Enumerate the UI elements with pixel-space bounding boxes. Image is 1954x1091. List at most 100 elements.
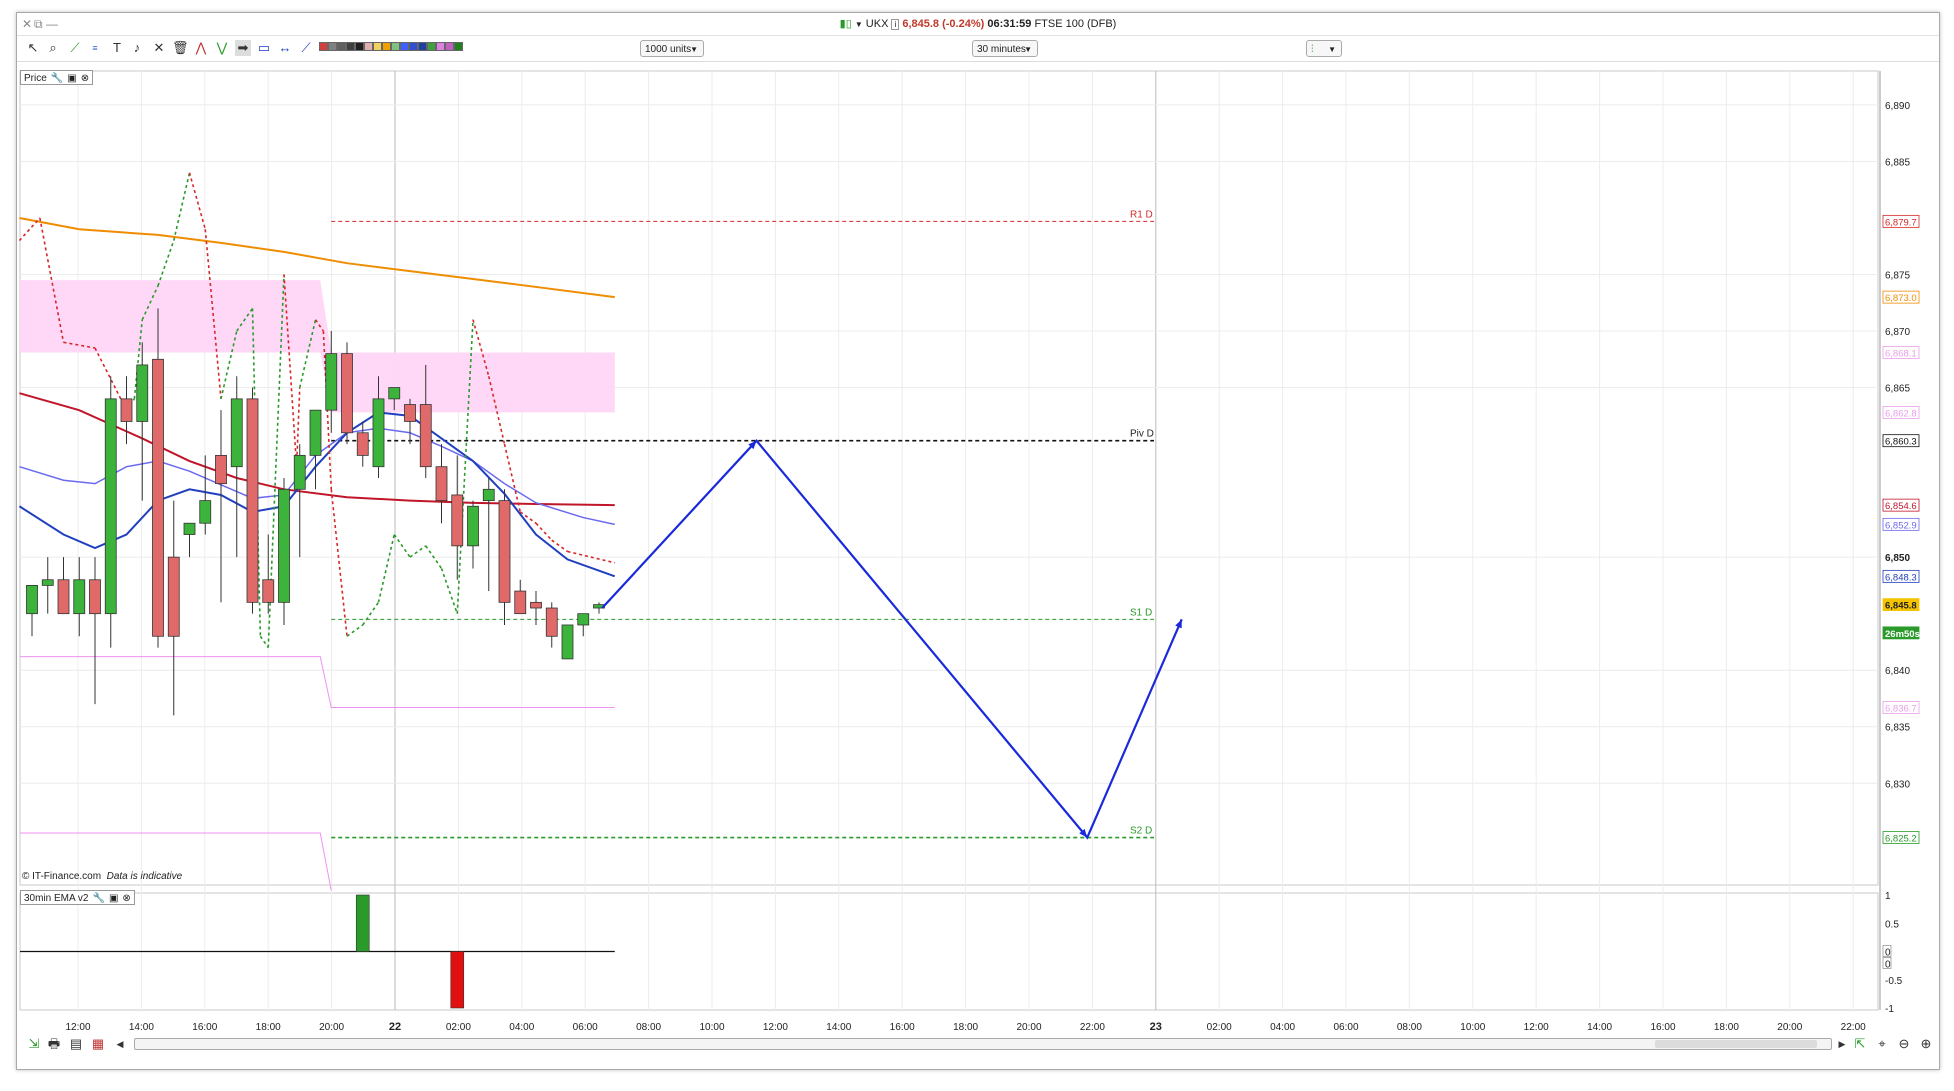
indicator-y-tick: -1 <box>1885 1004 1894 1015</box>
wrench-icon[interactable]: 🔧 <box>51 71 63 86</box>
price-panel-label[interactable]: Price 🔧 ▣ ⊗ <box>20 70 94 86</box>
x-tick-label: 20:00 <box>319 1022 344 1033</box>
candle-body <box>230 398 243 468</box>
pivot-label: R1 D <box>1130 209 1153 220</box>
candle-body <box>435 466 448 502</box>
window-icon[interactable]: ▣ <box>67 71 76 86</box>
x-tick-label: 16:00 <box>890 1022 915 1033</box>
indicator-y-tick: 0 <box>1885 960 1891 971</box>
zoom-in-icon[interactable]: ⊕ <box>1918 1036 1934 1052</box>
candle-body <box>561 624 574 660</box>
x-tick-label: 06:00 <box>1333 1022 1358 1033</box>
y-tick-label: 6,885 <box>1885 157 1910 168</box>
x-tick-label: 12:00 <box>1524 1022 1549 1033</box>
indicator-panel-label[interactable]: 30min EMA v2 🔧 ▣ ⊗ <box>20 890 135 905</box>
candle-body <box>215 454 227 485</box>
candle-body <box>325 353 338 411</box>
x-tick-label: 08:00 <box>1397 1022 1422 1033</box>
price-label-text: 6,836.7 <box>1885 704 1917 715</box>
x-tick-label: 16:00 <box>1650 1022 1675 1033</box>
candle-body <box>262 579 275 603</box>
candle-body <box>246 398 259 603</box>
y-tick-label: 6,850 <box>1885 553 1910 564</box>
x-tick-label: 16:00 <box>192 1022 217 1033</box>
candle-body <box>293 454 306 490</box>
candle-body <box>183 522 196 535</box>
price-label-text: 6,848.3 <box>1885 572 1917 583</box>
x-tick-label: 02:00 <box>446 1022 471 1033</box>
candle-body <box>167 556 180 637</box>
price-label-text: 6,825.2 <box>1885 834 1917 845</box>
candle-body <box>73 579 86 615</box>
indicator-panel-title: 30min EMA v2 <box>24 893 89 904</box>
candle-body <box>278 488 290 603</box>
close-icon[interactable]: ⊗ <box>122 891 130 906</box>
price-label-text: 6,845.8 <box>1885 601 1917 612</box>
x-tick-label: 10:00 <box>1460 1022 1485 1033</box>
window-icon[interactable]: ▣ <box>109 891 118 906</box>
price-label-text: 6,852.9 <box>1885 520 1917 531</box>
candle-body <box>419 404 432 468</box>
candle-body <box>388 387 401 400</box>
pivot-label: Piv D <box>1130 429 1154 440</box>
properties-icon[interactable]: ▤ <box>68 1036 84 1052</box>
auto-scroll-icon[interactable]: ⇲ <box>26 1036 42 1052</box>
y-tick-label: 6,865 <box>1885 384 1910 395</box>
candle-body <box>41 579 54 586</box>
signal-bar <box>355 894 370 952</box>
disclaimer-text: Data is indicative <box>106 871 183 882</box>
x-tick-label: 18:00 <box>953 1022 978 1033</box>
x-tick-label: 14:00 <box>826 1022 851 1033</box>
candle-body <box>341 353 353 434</box>
x-tick-label: 12:00 <box>763 1022 788 1033</box>
x-tick-label: 20:00 <box>1016 1022 1041 1033</box>
y-tick-label: 6,830 <box>1885 779 1910 790</box>
x-tick-label: 08:00 <box>636 1022 661 1033</box>
y-tick-label: 6,840 <box>1885 666 1910 677</box>
candle-body <box>404 404 416 422</box>
price-label-text: 6,862.8 <box>1885 408 1917 419</box>
x-tick-label: 14:00 <box>129 1022 154 1033</box>
zoom-reset-icon[interactable]: ⌖ <box>1874 1036 1890 1052</box>
price-label-text: 26m50s <box>1885 629 1920 640</box>
y-tick-label: 6,875 <box>1885 271 1910 282</box>
copyright-text: © IT-Finance.com <box>22 871 102 882</box>
x-tick-label: 22:00 <box>1080 1022 1105 1033</box>
price-label-text: 6,854.6 <box>1885 501 1917 512</box>
price-label-text: 6,873.0 <box>1885 293 1917 304</box>
scroll-left-icon[interactable]: ◀ <box>112 1036 128 1052</box>
candle-body <box>120 398 133 422</box>
close-icon[interactable]: ⊗ <box>81 71 89 86</box>
price-label-text: 6,868.1 <box>1885 349 1917 360</box>
price-panel-title: Price <box>24 73 47 84</box>
x-tick-label: 14:00 <box>1587 1022 1612 1033</box>
x-tick-label: 10:00 <box>699 1022 724 1033</box>
y-tick-label: 6,890 <box>1885 101 1910 112</box>
chart-canvas[interactable]: 12:00 14:00 16:00 18:00 20:00 22 02:00 04:00 06:… <box>0 0 1954 1091</box>
print-icon[interactable]: 🖶 <box>46 1036 62 1052</box>
zoom-out-icon[interactable]: ⊖ <box>1896 1036 1912 1052</box>
indicator-y-tick: -0.5 <box>1885 976 1903 987</box>
indicator-y-tick: 0.5 <box>1885 919 1899 930</box>
template-icon[interactable]: ▦ <box>90 1036 106 1052</box>
zoom-fit-icon[interactable]: ⇱ <box>1852 1036 1868 1052</box>
wrench-icon[interactable]: 🔧 <box>92 891 104 906</box>
candle-body <box>577 613 590 626</box>
candle-body <box>467 505 479 547</box>
x-tick-label: 22 <box>389 1021 401 1033</box>
candle-body <box>152 358 164 637</box>
candle-body <box>498 500 511 603</box>
scroll-right-icon[interactable]: ▶ <box>1834 1036 1850 1052</box>
price-label-text: 6,879.7 <box>1885 217 1917 228</box>
x-tick-label: 20:00 <box>1777 1022 1802 1033</box>
indicator-y-tick: 1 <box>1885 891 1891 902</box>
price-label-text: 6,860.3 <box>1885 437 1917 448</box>
x-tick-label: 23 <box>1150 1021 1162 1033</box>
horizontal-scrollbar[interactable] <box>134 1038 1832 1050</box>
candle-body <box>57 579 70 615</box>
x-tick-label: 04:00 <box>1270 1022 1295 1033</box>
candle-body <box>309 409 322 456</box>
x-tick-label: 02:00 <box>1207 1022 1232 1033</box>
scrollbar-thumb[interactable] <box>1655 1040 1817 1048</box>
x-tick-label: 04:00 <box>509 1022 534 1033</box>
